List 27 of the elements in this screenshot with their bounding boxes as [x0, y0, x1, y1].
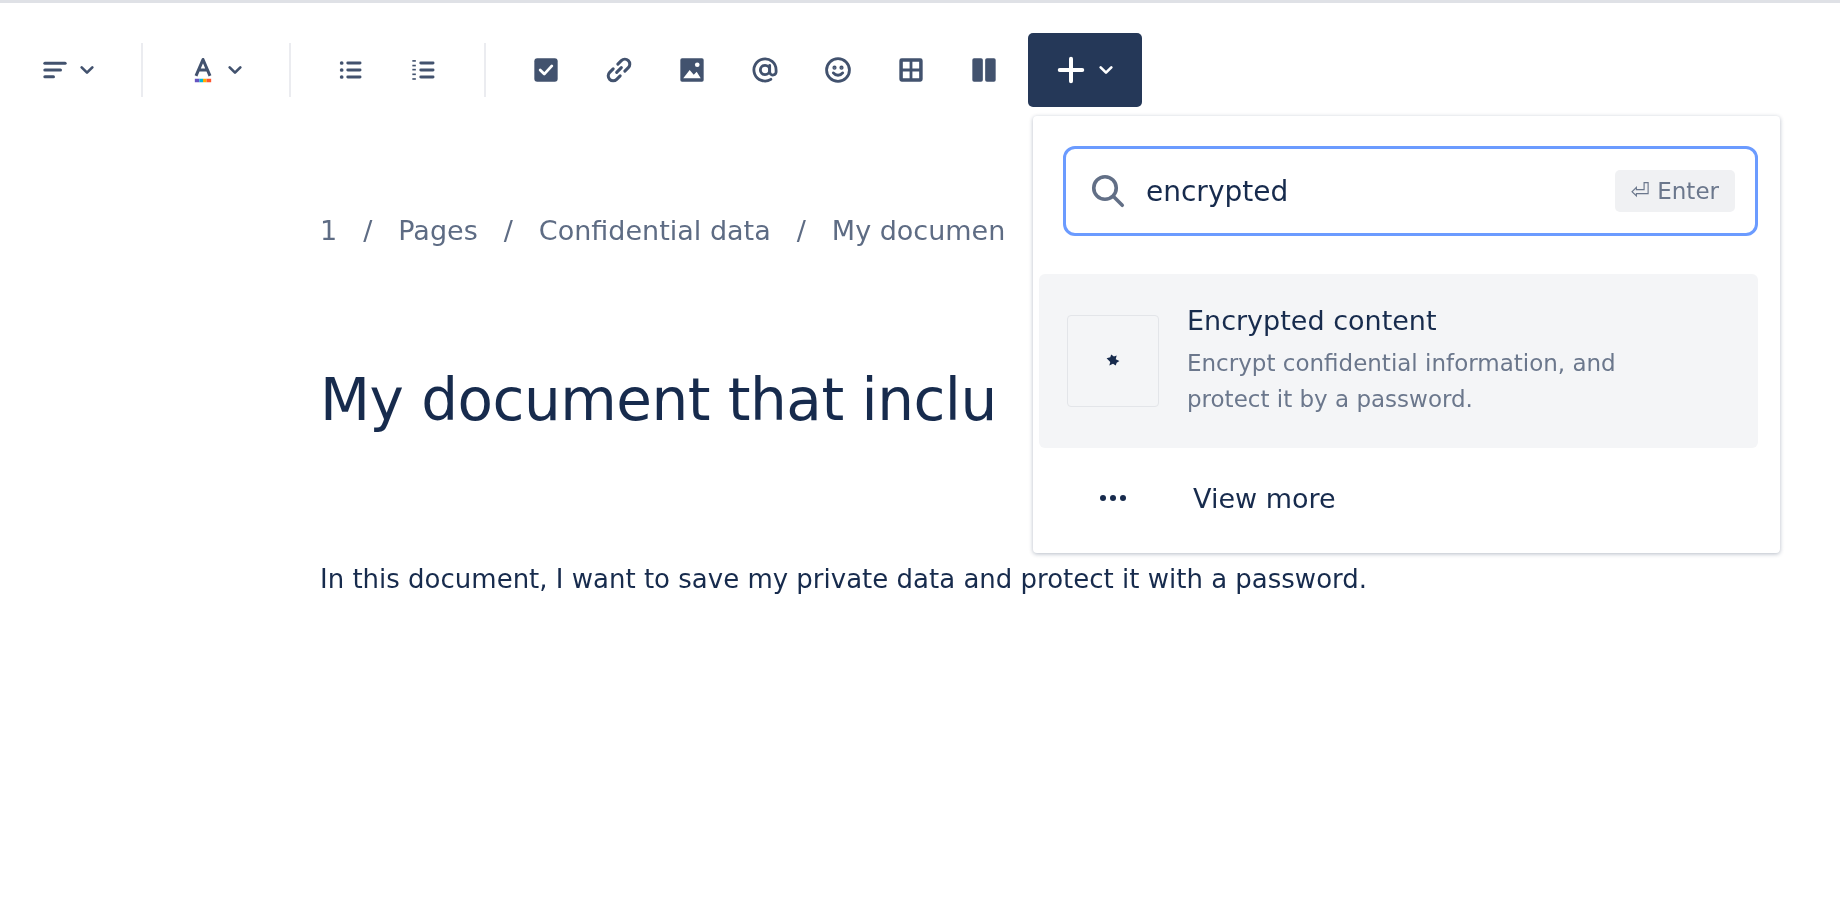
at-sign-icon [751, 56, 779, 84]
page-title: My document that inclu [320, 366, 997, 434]
enter-shortcut-hint: ⏎ Enter [1614, 170, 1735, 212]
view-more-item[interactable]: View more [1039, 448, 1758, 548]
breadcrumb-link[interactable]: My documen [831, 215, 1006, 246]
menu-item[interactable]: Encrypted content Encrypt confidential information, and protect it by a password. [1039, 274, 1758, 448]
breadcrumb-link[interactable]: Pages [398, 215, 478, 246]
breadcrumb-link[interactable]: 1 [320, 215, 338, 246]
search-input[interactable]: encrypted [1144, 173, 1615, 209]
columns-icon [970, 56, 998, 84]
table-icon [897, 56, 925, 84]
plus-icon [1056, 55, 1086, 85]
link-icon [605, 56, 633, 84]
search-field[interactable]: encrypted ⏎ Enter [1063, 146, 1758, 236]
smiley-icon [824, 56, 852, 84]
breadcrumb-separator: / [363, 215, 373, 246]
search-icon [1090, 173, 1126, 209]
breadcrumb-separator: / [796, 215, 806, 246]
menu-item-description: Encrypt confidential information, and protect it by a password. [1187, 348, 1617, 414]
menu-item-title: Encrypted content [1187, 304, 1438, 336]
image-icon [678, 56, 706, 84]
checkbox-icon [532, 56, 560, 84]
breadcrumb-link[interactable]: Confidential data [538, 215, 771, 246]
more-icon [1099, 494, 1127, 502]
insert-button[interactable] [1028, 33, 1142, 107]
body-paragraph: In this document, I want to save my private data and protect it with a password. [320, 564, 1369, 594]
breadcrumb-separator: / [503, 215, 513, 246]
